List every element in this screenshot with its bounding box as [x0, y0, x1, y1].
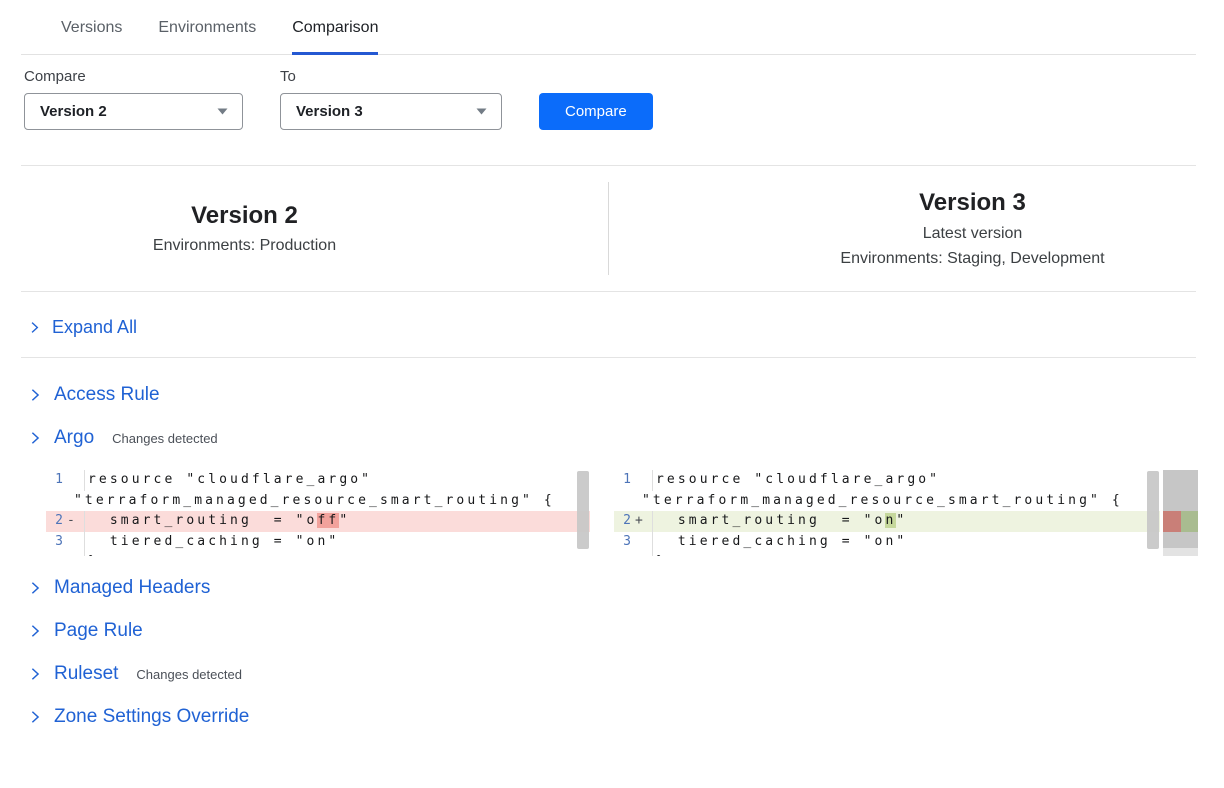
chevron-right-icon [28, 710, 42, 724]
diff-change-marker [1163, 511, 1198, 532]
overview-track-end [1163, 548, 1198, 556]
to-field: To Version 3 [280, 68, 502, 130]
line-number: 3 [46, 532, 66, 553]
code-text: "terraform_managed_resource_smart_routin… [71, 491, 555, 512]
left-version-environments: Environments: Production [21, 237, 468, 255]
tab-environments[interactable]: Environments [158, 0, 256, 55]
chevron-right-icon [28, 431, 42, 445]
code-text: resource "cloudflare_argo" [85, 470, 372, 491]
expand-all[interactable]: Expand All [28, 317, 1224, 357]
diff-line-clipped: } [46, 552, 590, 556]
compare-version-select[interactable]: Version 2 [24, 93, 243, 130]
diff-line: 1 resource "cloudflare_argo" [614, 470, 1160, 491]
line-number: 2 [614, 511, 634, 532]
chevron-right-icon [28, 581, 42, 595]
line-number: 2 [46, 511, 66, 532]
diff-line: 3 tiered_caching = "on" [614, 532, 1160, 553]
chevron-down-icon [476, 108, 487, 115]
version-header-right: Version 3 Latest version Environments: S… [609, 189, 1196, 268]
code-text: smart_routing = "on" [653, 511, 907, 532]
section-access-rule[interactable]: Access Rule [28, 384, 1224, 406]
comparison-page: Versions Environments Comparison Compare… [0, 0, 1224, 788]
added-sign: + [634, 511, 652, 532]
section-managed-headers[interactable]: Managed Headers [28, 577, 1224, 599]
to-label: To [280, 68, 502, 85]
left-version-title: Version 2 [21, 202, 468, 231]
code-text: } [85, 552, 99, 556]
right-version-title: Version 3 [749, 189, 1196, 218]
divider [21, 357, 1196, 358]
diff-pane-right: 1 resource "cloudflare_argo" "terraform_… [614, 470, 1160, 556]
diff-overview-ruler[interactable] [1163, 470, 1198, 556]
section-argo[interactable]: Argo Changes detected [28, 427, 1224, 449]
section-ruleset[interactable]: Ruleset Changes detected [28, 663, 1224, 685]
line-number: 1 [46, 470, 66, 491]
tab-comparison[interactable]: Comparison [292, 0, 378, 55]
version-header-left: Version 2 Environments: Production [21, 202, 608, 256]
line-number: 3 [614, 532, 634, 553]
section-label: Access Rule [54, 384, 160, 406]
code-text: } [653, 552, 667, 556]
code-text: tiered_caching = "on" [653, 532, 907, 553]
chevron-right-icon [28, 388, 42, 402]
version-headers: Version 2 Environments: Production Versi… [21, 166, 1196, 292]
removed-sign: - [66, 511, 84, 532]
vertical-scrollbar[interactable] [577, 471, 589, 549]
diff-line-removed: 2- smart_routing = "off" [46, 511, 590, 532]
right-version-subtitle: Latest version [749, 225, 1196, 243]
sections-list: Access Rule Argo Changes detected 1 reso… [0, 384, 1224, 728]
section-label: Zone Settings Override [54, 706, 249, 728]
diff-line-wrap: "terraform_managed_resource_smart_routin… [46, 491, 590, 512]
code-text: "terraform_managed_resource_smart_routin… [639, 491, 1123, 512]
diff-pane-left: 1 resource "cloudflare_argo" "terraform_… [46, 470, 590, 556]
section-label: Page Rule [54, 620, 143, 642]
argo-diff: 1 resource "cloudflare_argo" "terraform_… [46, 470, 1224, 556]
code-text: smart_routing = "off" [85, 511, 350, 532]
compare-form: Compare Version 2 To Version 3 Compare [24, 68, 1224, 130]
compare-version-value: Version 2 [40, 103, 107, 120]
section-zone-settings-override[interactable]: Zone Settings Override [28, 706, 1224, 728]
chevron-down-icon [217, 108, 228, 115]
to-version-value: Version 3 [296, 103, 363, 120]
section-label: Ruleset [54, 663, 118, 685]
section-badge: Changes detected [112, 431, 218, 446]
line-number: 1 [614, 470, 634, 491]
chevron-right-icon [28, 667, 42, 681]
inline-removed-highlight: ff [317, 513, 339, 528]
tab-bar: Versions Environments Comparison [21, 0, 1196, 55]
section-page-rule[interactable]: Page Rule [28, 620, 1224, 642]
compare-button[interactable]: Compare [539, 93, 653, 130]
compare-label: Compare [24, 68, 243, 85]
diff-line-clipped: } [614, 552, 1160, 556]
diff-line: 3 tiered_caching = "on" [46, 532, 590, 553]
right-version-environments: Environments: Staging, Development [749, 250, 1196, 268]
section-badge: Changes detected [136, 667, 242, 682]
code-text: resource "cloudflare_argo" [653, 470, 940, 491]
inline-added-highlight: n [885, 513, 896, 528]
to-version-select[interactable]: Version 3 [280, 93, 502, 130]
section-label: Managed Headers [54, 577, 210, 599]
section-label: Argo [54, 427, 94, 449]
removed-marker [1163, 511, 1181, 532]
added-marker [1181, 511, 1199, 532]
tab-versions[interactable]: Versions [61, 0, 122, 55]
diff-line-added: 2+ smart_routing = "on" [614, 511, 1160, 532]
chevron-right-icon [28, 321, 41, 334]
code-text: tiered_caching = "on" [85, 532, 339, 553]
chevron-right-icon [28, 624, 42, 638]
expand-all-label: Expand All [52, 317, 137, 338]
vertical-scrollbar[interactable] [1147, 471, 1159, 549]
compare-field: Compare Version 2 [24, 68, 243, 130]
diff-line: 1 resource "cloudflare_argo" [46, 470, 590, 491]
diff-line-wrap: "terraform_managed_resource_smart_routin… [614, 491, 1160, 512]
